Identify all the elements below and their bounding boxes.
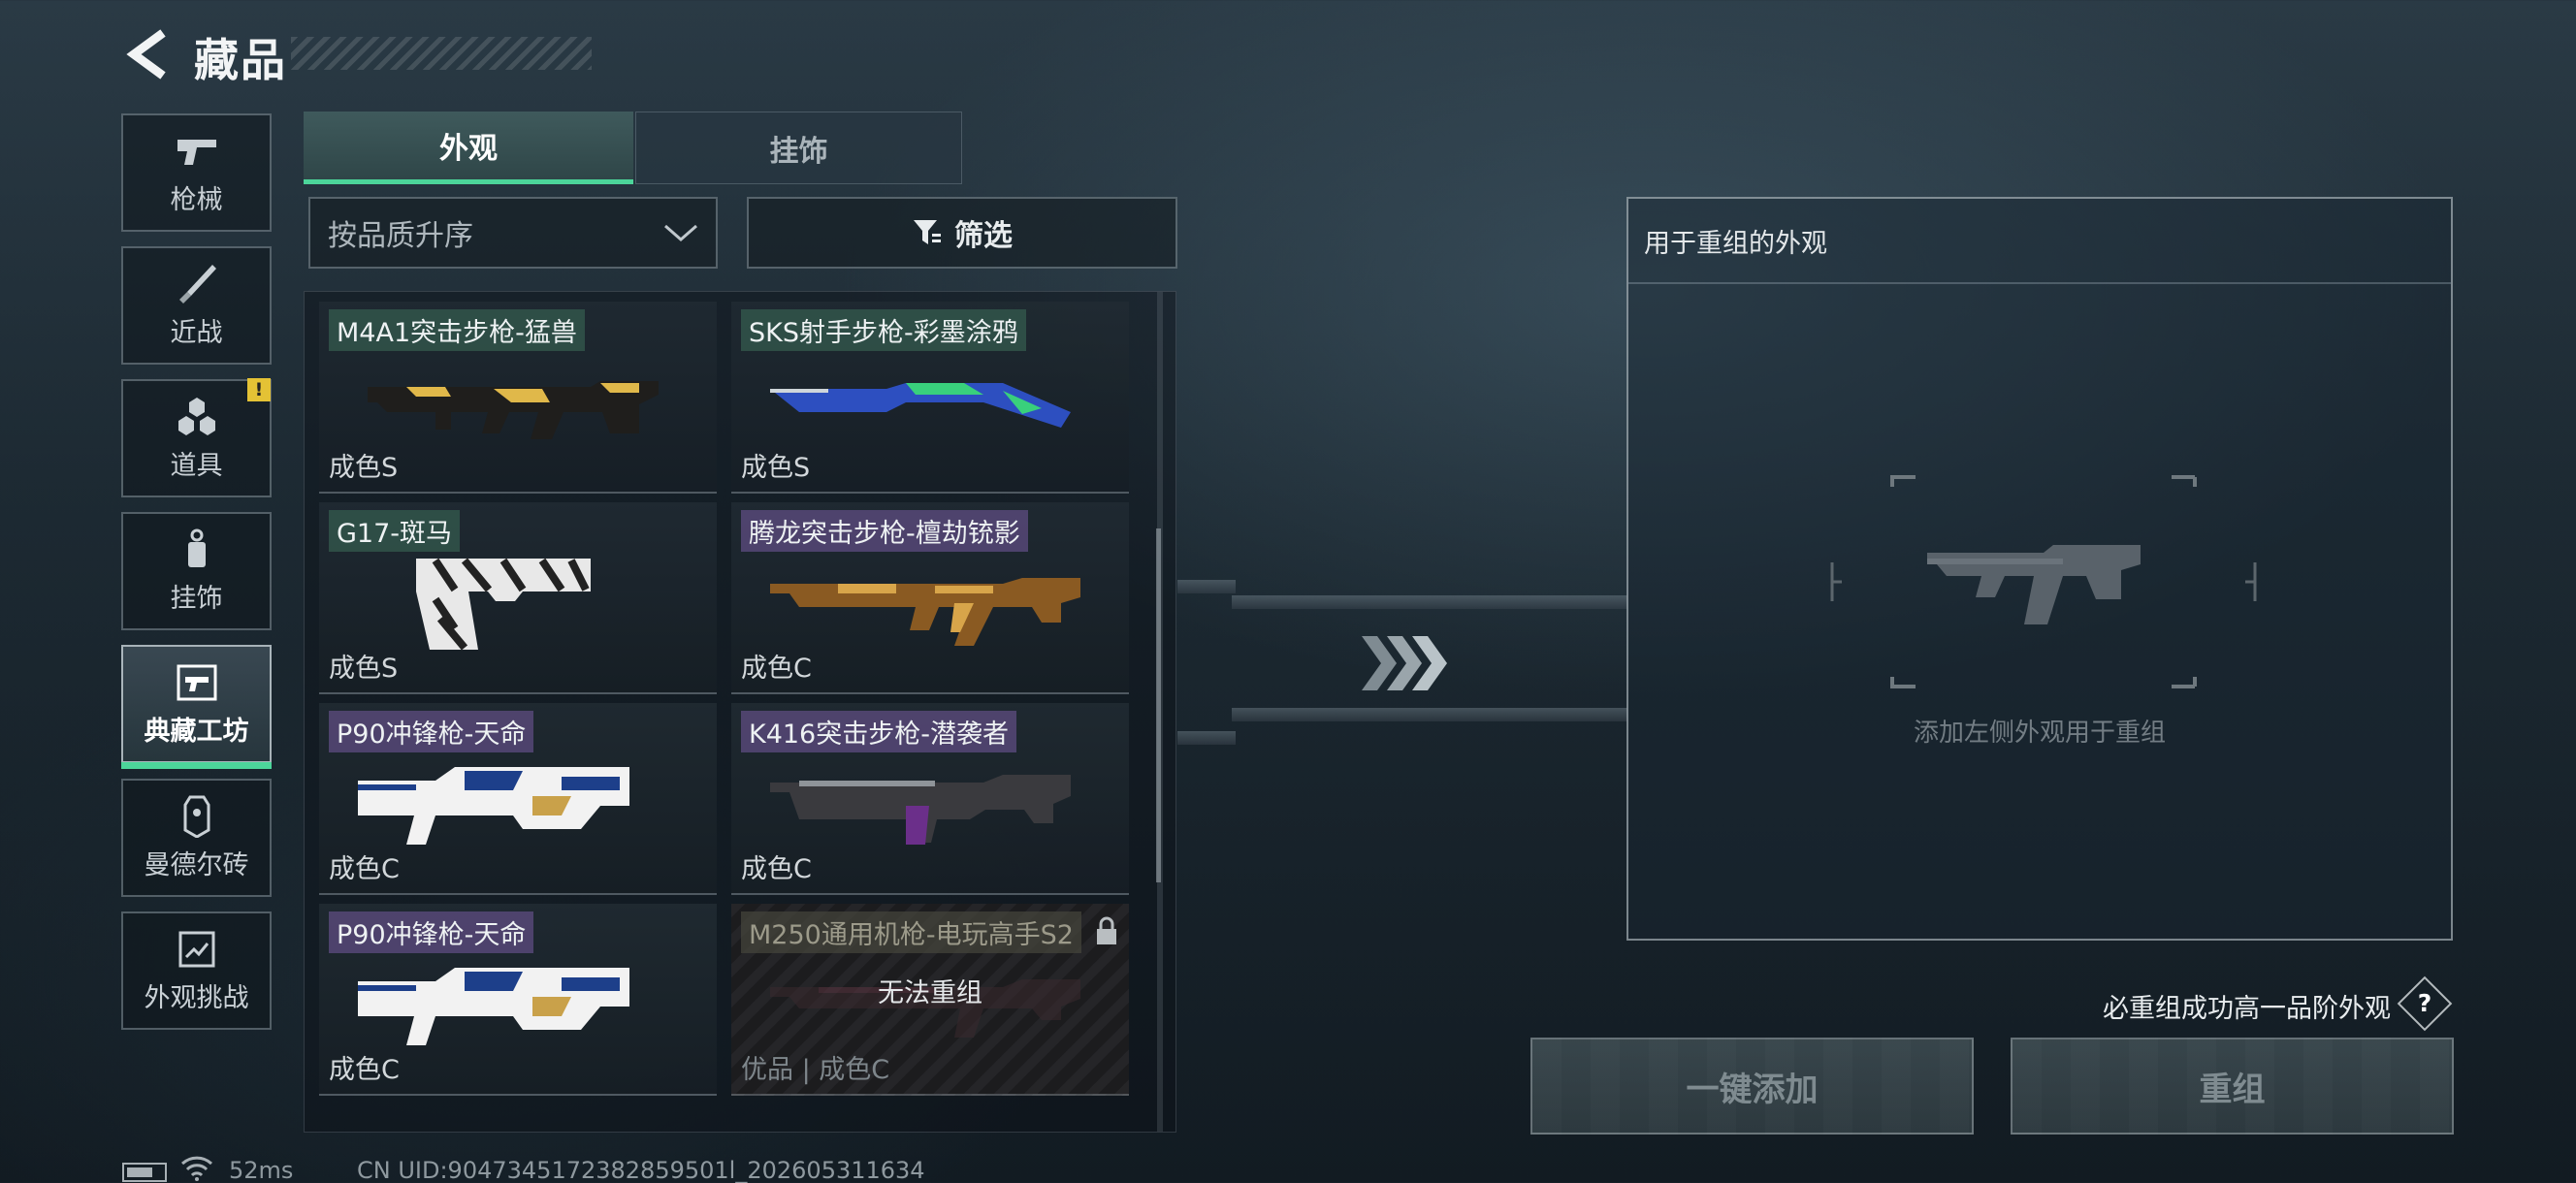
nav-label: 道具	[170, 450, 223, 481]
reforge-panel-title: 用于重组的外观	[1628, 199, 2451, 284]
skin-card[interactable]: SKS射手步枪-彩墨涂鸦 成色S	[731, 302, 1129, 494]
user-uid: CN UID:9047345172382859501l_202605311634	[357, 1157, 925, 1183]
ping-value: 52ms	[229, 1157, 294, 1183]
nav-label: 近战	[170, 317, 223, 348]
one-click-add-button[interactable]: 一键添加	[1530, 1038, 1974, 1135]
nav-item-pendants[interactable]: 挂饰	[121, 512, 272, 630]
cannot-reforge-label: 无法重组	[878, 978, 982, 1008]
rifle-image	[770, 578, 1080, 646]
skin-grade: 成色S	[329, 453, 399, 483]
reforge-button[interactable]: 重组	[2011, 1038, 2454, 1135]
nav-item-appearance-challenge[interactable]: 外观挑战	[121, 911, 272, 1030]
pistol-image	[416, 558, 591, 651]
battery-icon	[122, 1163, 167, 1182]
nav-item-workshop[interactable]: 典藏工坊	[121, 645, 272, 769]
rifle-image	[368, 381, 659, 439]
rifle-image	[770, 383, 1071, 428]
forward-arrows-icon	[1362, 636, 1447, 690]
rifle-image	[770, 775, 1071, 845]
reforge-panel: 用于重组的外观 添加左侧外观用于重组	[1626, 197, 2453, 941]
knife-icon	[168, 263, 226, 305]
skin-grade: 成色S	[741, 453, 811, 483]
nav-label: 外观挑战	[144, 982, 249, 1013]
skin-card[interactable]: P90冲锋枪-天命 成色C	[319, 904, 717, 1096]
back-arrow-icon[interactable]	[124, 27, 171, 81]
skin-card[interactable]: M4A1突击步枪-猛兽 成色S	[319, 302, 717, 494]
connector-rail	[1177, 580, 1236, 593]
skin-grade: 成色C	[741, 854, 812, 884]
skin-grid: M4A1突击步枪-猛兽 成色S SKS射手步枪-彩墨涂鸦 成色S G17-斑马 …	[304, 291, 1176, 1133]
nav-item-guns[interactable]: 枪械	[121, 113, 272, 232]
chevron-down-icon	[664, 224, 697, 241]
connector-rail	[1232, 595, 1627, 609]
sort-value: 按品质升序	[328, 219, 473, 253]
empty-slot-text: 添加左侧外观用于重组	[1913, 719, 2166, 748]
skin-grade: 成色C	[329, 854, 400, 884]
page-title: 藏品	[194, 34, 287, 86]
notification-badge: !	[247, 378, 271, 401]
skin-card-disabled[interactable]: M250通用机枪-电玩高手S2 无法重组 优品 | 成色C	[731, 904, 1129, 1096]
nav-item-melee[interactable]: 近战	[121, 246, 272, 365]
tab-appearance[interactable]: 外观	[304, 112, 633, 184]
filter-icon	[914, 220, 941, 244]
nav-label: 典藏工坊	[144, 716, 249, 747]
nav-label: 挂饰	[170, 583, 223, 614]
tab-pendant[interactable]: 挂饰	[635, 112, 962, 184]
challenge-icon	[168, 928, 226, 971]
skin-grade: 成色S	[329, 654, 399, 684]
help-button[interactable]: ?	[2397, 975, 2453, 1032]
sort-dropdown[interactable]: 按品质升序	[308, 197, 718, 269]
connector-rail	[1177, 731, 1236, 745]
nav-item-mandel-brick[interactable]: 曼德尔砖	[121, 779, 272, 897]
skin-card[interactable]: 腾龙突击步枪-檀劫铳影 成色C	[731, 502, 1129, 694]
skin-card[interactable]: K416突击步枪-潜袭者 成色C	[731, 703, 1129, 895]
nav-label: 曼德尔砖	[144, 849, 249, 880]
pistol-icon	[168, 130, 226, 173]
keychain-icon	[168, 528, 226, 571]
wifi-icon	[180, 1156, 213, 1181]
skin-grade: 成色C	[329, 1055, 400, 1085]
filter-button[interactable]: 筛选	[747, 197, 1177, 269]
scrollbar-thumb[interactable]	[1156, 528, 1161, 882]
help-icon: ?	[2417, 989, 2432, 1017]
grenades-icon	[168, 396, 226, 438]
smg-image	[358, 968, 629, 1045]
smg-image	[358, 767, 629, 845]
connector-rail	[1232, 708, 1627, 721]
reforge-hint: 必重组成功高一品阶外观	[2103, 994, 2391, 1024]
title-decoration	[291, 37, 592, 70]
empty-slot-icon[interactable]	[1830, 475, 2257, 688]
skin-grade: 成色C	[741, 654, 812, 684]
skin-grade: 优品 | 成色C	[741, 1055, 890, 1085]
brick-icon	[168, 795, 226, 838]
filter-label: 筛选	[954, 219, 1013, 253]
skin-card[interactable]: G17-斑马 成色S	[319, 502, 717, 694]
skin-card[interactable]: P90冲锋枪-天命 成色C	[319, 703, 717, 895]
workshop-icon	[168, 661, 226, 704]
nav-label: 枪械	[170, 184, 223, 215]
